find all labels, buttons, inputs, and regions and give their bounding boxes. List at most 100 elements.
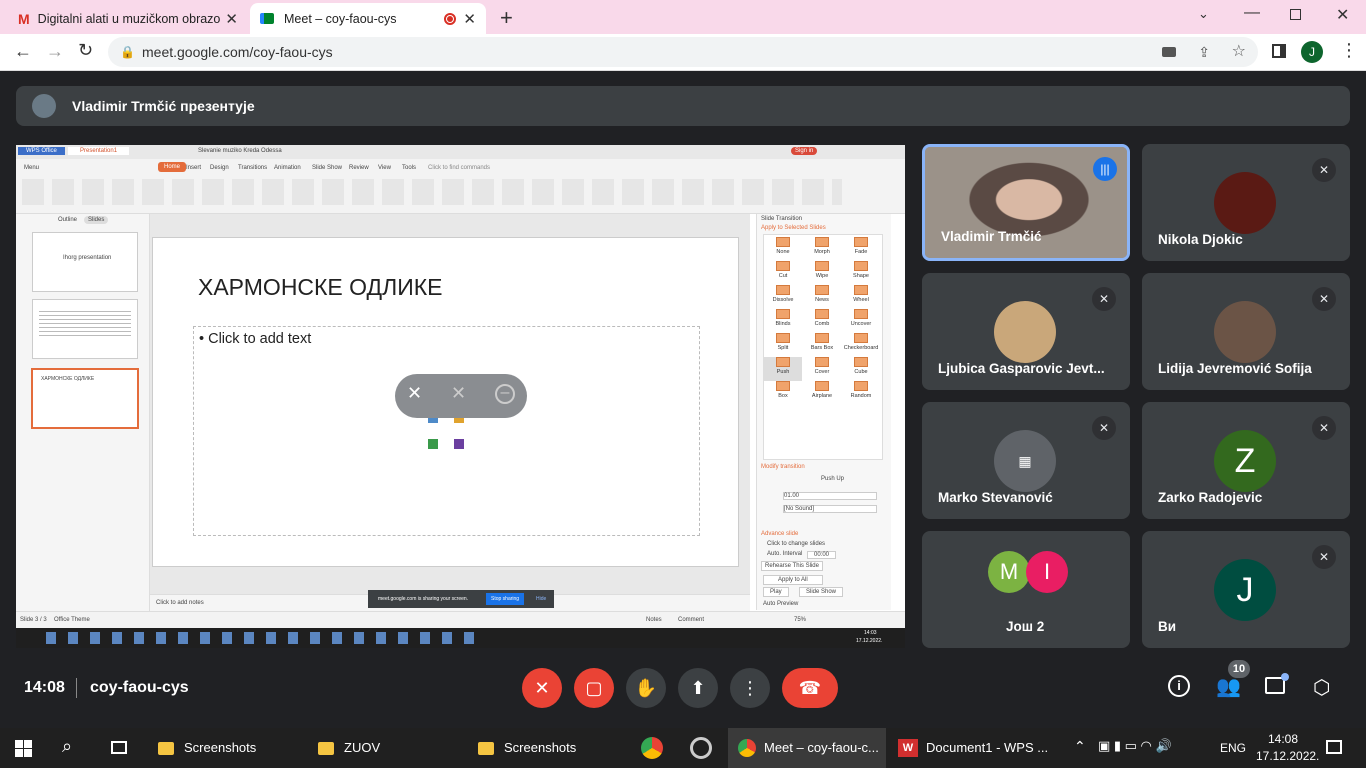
taskbar-date[interactable]: 17.12.2022. xyxy=(1256,749,1319,763)
participant-tile-self[interactable]: J ✕ Ви xyxy=(1142,531,1350,648)
taskbar-meet[interactable]: Meet – coy-faou-c... xyxy=(728,728,886,768)
transition-news[interactable]: News xyxy=(803,285,841,309)
notifications-icon[interactable] xyxy=(1326,740,1342,754)
bookmark-star-icon[interactable]: ☆ xyxy=(1232,37,1246,67)
camera-blocked-icon[interactable] xyxy=(1162,47,1176,57)
transition-shape[interactable]: Shape xyxy=(842,261,880,285)
menu-animation[interactable]: Animation xyxy=(274,165,301,171)
click-change-checkbox[interactable]: Click to change slides xyxy=(767,541,825,547)
transition-airplane[interactable]: Airplane xyxy=(803,381,841,405)
transition-wheel[interactable]: Wheel xyxy=(842,285,880,309)
transition-fade[interactable]: Fade xyxy=(842,237,880,261)
camera-off-button[interactable]: ▢ xyxy=(574,668,614,708)
taskbar-screenshots-1[interactable]: Screenshots xyxy=(158,728,308,768)
sound-select[interactable]: [No Sound] xyxy=(783,505,877,513)
mic-off-button[interactable]: ✕ xyxy=(522,668,562,708)
profile-avatar[interactable]: J xyxy=(1301,41,1323,63)
transition-split[interactable]: Split xyxy=(764,333,802,357)
play-button[interactable]: Play xyxy=(763,587,789,597)
menu-insert[interactable]: Insert xyxy=(186,165,201,171)
forward-icon[interactable]: → xyxy=(46,41,64,62)
transition-box[interactable]: Box xyxy=(764,381,802,405)
slide-thumb-3[interactable]: ХАРМОНСКЕ ОДЛИКЕ xyxy=(31,368,139,429)
remove-icon[interactable]: – xyxy=(495,384,515,404)
transition-morph[interactable]: Morph xyxy=(803,237,841,261)
chrome-icon[interactable] xyxy=(641,737,663,759)
taskbar-screenshots-2[interactable]: Screenshots xyxy=(478,728,618,768)
hide-button[interactable]: Hide xyxy=(536,596,546,602)
tray-chevron-icon[interactable]: ⌃ xyxy=(1074,738,1086,755)
minimize-icon[interactable]: — xyxy=(1244,4,1260,22)
autopreview-checkbox[interactable]: Auto Preview xyxy=(763,601,798,607)
insert-video-icon[interactable] xyxy=(454,439,464,449)
doc-tab[interactable]: Slevanie muziko Kreda Odessa xyxy=(192,147,288,155)
auto-interval-checkbox[interactable]: Auto. Interval xyxy=(767,551,802,557)
participant-tile-more[interactable]: M I Још 2 xyxy=(922,531,1130,648)
apply-all-button[interactable]: Apply to All xyxy=(763,575,823,585)
slides-tab[interactable]: Slides xyxy=(84,216,109,224)
restore-icon[interactable] xyxy=(1290,9,1301,20)
tab-digitalni-alati[interactable]: M Digitalni alati u muzičkom obrazo ✕ xyxy=(8,3,248,34)
stop-sharing-button[interactable]: Stop sharing xyxy=(486,593,525,605)
participant-tile-marko[interactable]: ▦ ✕ Marko Stevanović xyxy=(922,402,1130,519)
speed-field[interactable]: 01.00 xyxy=(783,492,877,500)
share-icon[interactable]: ⇪ xyxy=(1198,37,1210,67)
outline-tab[interactable]: Outline xyxy=(58,217,77,223)
taskbar-document[interactable]: W Document1 - WPS ... xyxy=(890,728,1050,768)
leave-call-button[interactable]: ☎ xyxy=(782,668,838,708)
participant-tile-nikola[interactable]: ✕ Nikola Djokic xyxy=(1142,144,1350,261)
new-tab-icon[interactable]: + xyxy=(500,5,513,31)
transition-cut[interactable]: Cut xyxy=(764,261,802,285)
comment-button[interactable]: Comment xyxy=(678,617,704,623)
task-view-icon[interactable] xyxy=(111,741,127,754)
wps-office-tab[interactable]: WPS Office xyxy=(18,147,65,155)
taskbar-time[interactable]: 14:08 xyxy=(1268,732,1298,746)
transition-push[interactable]: Push xyxy=(764,357,802,381)
menu-item[interactable]: Menu xyxy=(24,165,39,171)
effect-select[interactable]: Push Up xyxy=(821,476,844,482)
slide-title[interactable]: ХАРМОНСКЕ ОДЛИКЕ xyxy=(198,274,443,301)
transition-random[interactable]: Random xyxy=(842,381,880,405)
close-tab-icon[interactable]: ✕ xyxy=(225,10,238,28)
zoom-level[interactable]: 75% xyxy=(794,617,806,623)
menu-view[interactable]: View xyxy=(378,165,391,171)
language-indicator[interactable]: ENG xyxy=(1220,741,1246,755)
url-field[interactable]: 🔒 meet.google.com/coy-faou-cys ⇪ ☆ xyxy=(108,37,1258,67)
participant-tile-zarko[interactable]: Z ✕ Zarko Radojevic xyxy=(1142,402,1350,519)
menu-transitions[interactable]: Transitions xyxy=(238,165,267,171)
browser-menu-icon[interactable]: ⋮ xyxy=(1340,40,1358,61)
menu-tools[interactable]: Tools xyxy=(402,165,416,171)
rehearse-button[interactable]: Rehearse This Slide xyxy=(761,561,823,571)
transition-cover[interactable]: Cover xyxy=(803,357,841,381)
activities-icon[interactable]: ⬡ xyxy=(1313,675,1330,700)
participant-tile-ljubica[interactable]: ✕ Ljubica Gasparovic Jevt... xyxy=(922,273,1130,390)
insert-table-icon[interactable] xyxy=(428,439,438,449)
present-button[interactable]: ⬆ xyxy=(678,668,718,708)
participant-tile-lidija[interactable]: ✕ Lidija Jevremović Sofija xyxy=(1142,273,1350,390)
participant-tile-vladimir[interactable]: ||| Vladimir Trmčić xyxy=(922,144,1130,261)
info-icon[interactable]: i xyxy=(1168,675,1190,697)
tray-icons[interactable]: ▣ ▮ ▭ ◠ 🔊 xyxy=(1098,738,1172,754)
transition-blinds[interactable]: Blinds xyxy=(764,309,802,333)
mute-remote-icon[interactable]: ✕ xyxy=(451,383,466,404)
content-placeholder[interactable]: • Click to add text xyxy=(193,326,700,536)
more-options-button[interactable]: ⋮ xyxy=(730,668,770,708)
transition-none[interactable]: None xyxy=(764,237,802,261)
slideshow-button[interactable]: Slide Show xyxy=(799,587,844,597)
search-commands[interactable]: Click to find commands xyxy=(428,165,490,171)
transition-cube[interactable]: Cube xyxy=(842,357,880,381)
tab-meet[interactable]: Meet – coy-faou-cys ✕ xyxy=(250,3,486,34)
back-icon[interactable]: ← xyxy=(14,41,32,62)
transition-uncover[interactable]: Uncover xyxy=(842,309,880,333)
presentation-tab[interactable]: Presentation1 xyxy=(68,147,130,155)
notes-button[interactable]: Notes xyxy=(646,617,662,623)
side-panel-icon[interactable] xyxy=(1272,44,1286,58)
menu-slideshow[interactable]: Slide Show xyxy=(312,165,342,171)
chevron-down-icon[interactable]: ⌄ xyxy=(1198,6,1209,22)
slide-thumb-2[interactable] xyxy=(32,299,138,359)
windows-start-icon[interactable] xyxy=(15,740,32,757)
transition-dissolve[interactable]: Dissolve xyxy=(764,285,802,309)
transition-wipe[interactable]: Wipe xyxy=(803,261,841,285)
menu-review[interactable]: Review xyxy=(349,165,369,171)
reload-icon[interactable]: ↻ xyxy=(78,40,93,61)
